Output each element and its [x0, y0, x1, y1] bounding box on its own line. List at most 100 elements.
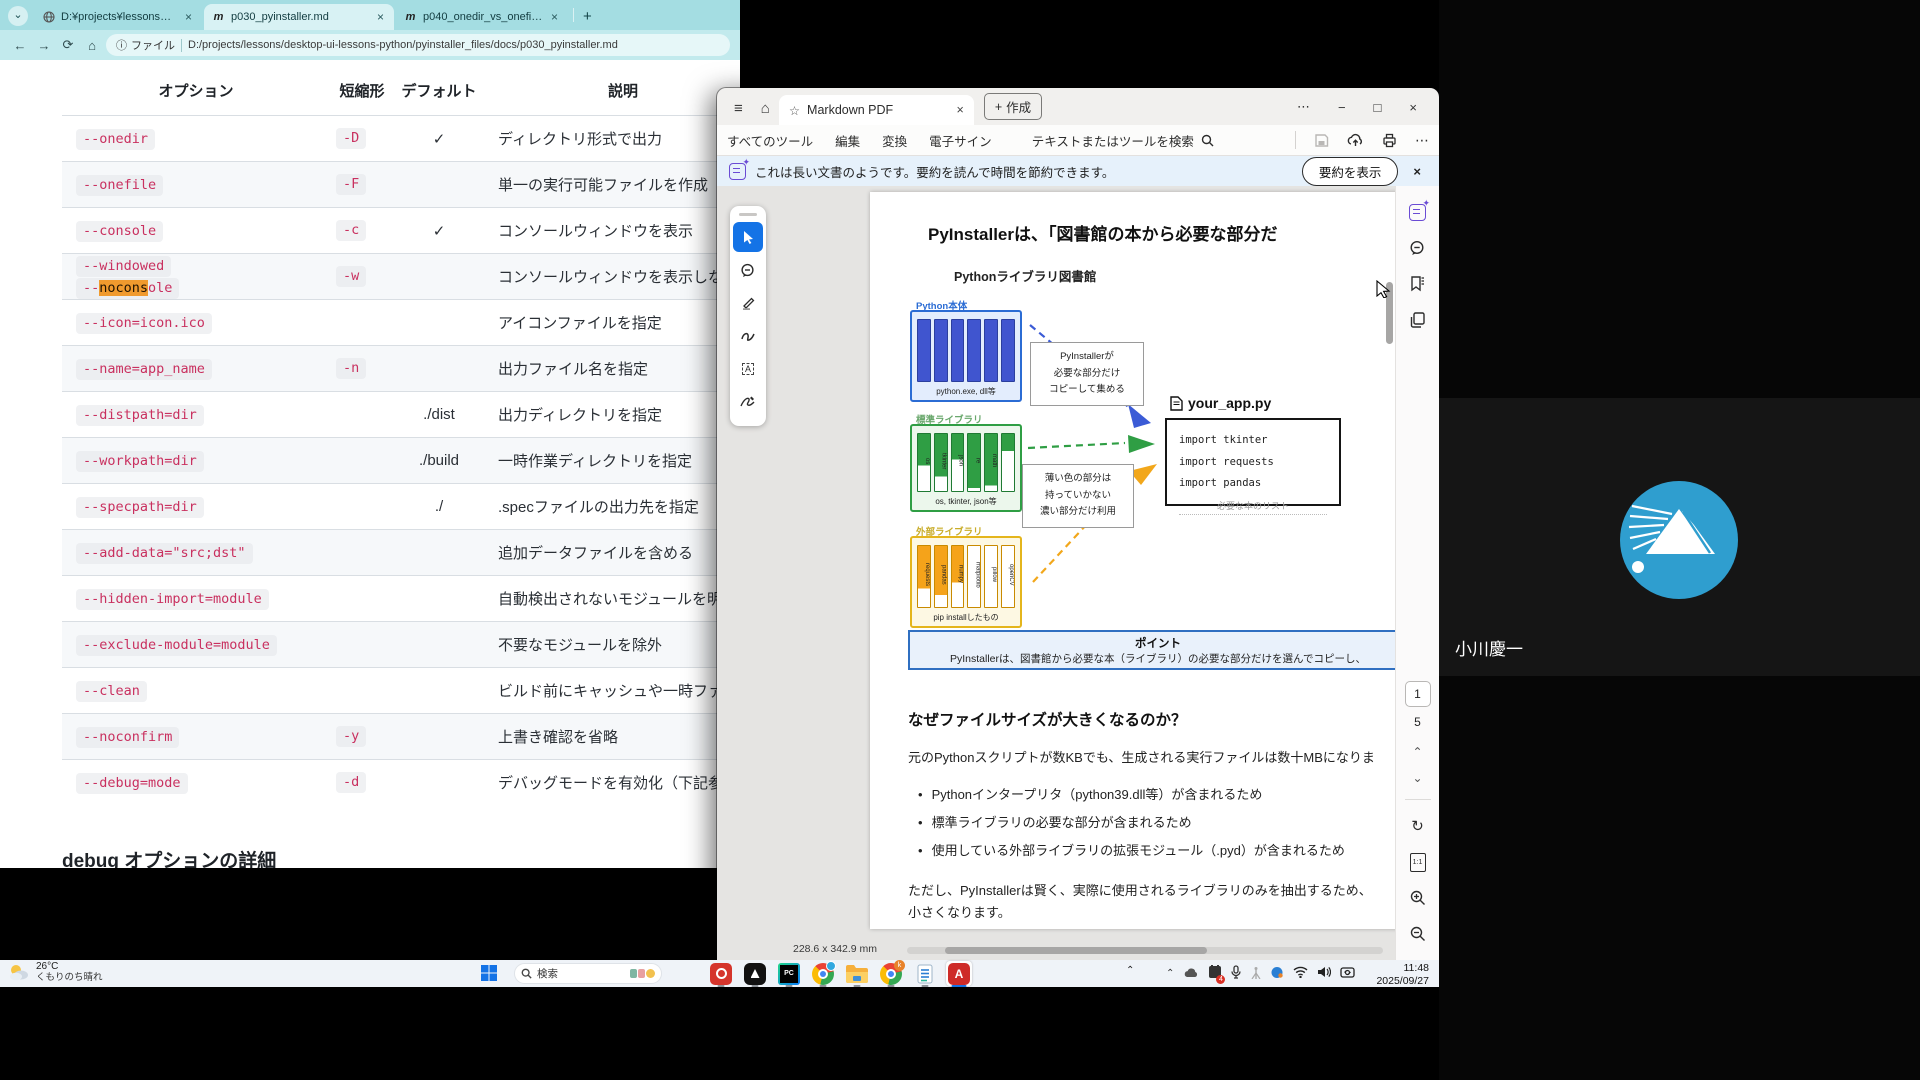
- taskbar-clock[interactable]: 11:48 2025/09/27: [1376, 962, 1429, 987]
- cloud-upload-icon[interactable]: [1347, 133, 1364, 148]
- section-heading-debug: debug オプションの詳細: [62, 846, 276, 868]
- close-tab-icon[interactable]: ×: [375, 10, 386, 24]
- running-indicator: [952, 985, 967, 988]
- save-icon[interactable]: [1314, 133, 1329, 148]
- shelf-bars: ostkinterjsonremath: [917, 433, 1015, 492]
- menu-item[interactable]: 編集: [835, 131, 860, 150]
- bookmarks-panel-icon[interactable]: [1403, 269, 1433, 299]
- microphone-icon[interactable]: [1231, 965, 1241, 982]
- select-tool[interactable]: [733, 222, 763, 252]
- fit-page-icon[interactable]: 1:1: [1403, 847, 1433, 877]
- menu-item[interactable]: 電子サイン: [929, 131, 992, 150]
- palette-drag-handle[interactable]: [739, 213, 757, 216]
- onedrive-icon[interactable]: [1183, 967, 1199, 981]
- file-protocol-badge[interactable]: ⓘ ファイル: [116, 37, 175, 53]
- browser-tab[interactable]: mp030_pyinstaller.md×: [204, 4, 394, 30]
- pdf-library-label: Pythonライブラリ図書館: [954, 266, 1096, 285]
- chrome-profile-icon[interactable]: k: [878, 961, 904, 986]
- file-explorer-icon[interactable]: [844, 961, 870, 986]
- page-thumbnails-icon[interactable]: [1403, 305, 1433, 335]
- minimize-icon[interactable]: −: [1324, 100, 1360, 125]
- bullet-item: Pythonインタープリタ（python39.dll等）が含まれるため: [918, 784, 1345, 803]
- ai-assistant-icon[interactable]: [1403, 197, 1433, 227]
- reload-icon[interactable]: ⟳: [58, 37, 78, 53]
- new-tab-button[interactable]: +: [583, 8, 592, 25]
- fill-sign-tool[interactable]: [733, 387, 763, 417]
- search-highlights-icon[interactable]: [630, 969, 655, 978]
- maximize-icon[interactable]: □: [1360, 100, 1396, 125]
- zoom-in-icon[interactable]: [1403, 883, 1433, 913]
- book-label: json: [952, 438, 964, 484]
- default-cell: [394, 300, 484, 346]
- show-summary-button[interactable]: 要約を表示: [1302, 157, 1399, 186]
- antenna-icon[interactable]: [1250, 966, 1262, 982]
- current-page-input[interactable]: 1: [1405, 681, 1431, 707]
- presenter-name: 小川慶一: [1455, 635, 1523, 660]
- close-window-icon[interactable]: ×: [1395, 100, 1431, 125]
- browser-tab[interactable]: mp040_onedir_vs_onefile.md×: [396, 4, 568, 30]
- address-bar[interactable]: ⓘ ファイル D:/projects/lessons/desktop-ui-le…: [106, 34, 730, 56]
- taskbar-overflow-icon[interactable]: ⌃: [1126, 965, 1134, 976]
- notepad-icon[interactable]: [912, 961, 938, 986]
- weather-widget[interactable]: 26°C くもりのち晴れ: [8, 961, 103, 983]
- point-box: ポイント PyInstallerは、図書館から必要な本（ライブラリ）の必要な部分…: [908, 630, 1395, 670]
- pdf-horizontal-scrollbar[interactable]: [907, 947, 1383, 954]
- recorder-app-icon[interactable]: [708, 961, 734, 986]
- library-book-bar: pillow: [984, 545, 998, 608]
- browser-tab[interactable]: D:¥projects¥lessons¥desktop-u ×: [34, 4, 202, 30]
- taskbar-search[interactable]: 検索: [514, 963, 662, 984]
- document-tab[interactable]: ☆ Markdown PDF ×: [779, 95, 974, 125]
- close-tab-icon[interactable]: ×: [957, 103, 964, 117]
- pdf-section-heading: なぜファイルサイズが大きくなるのか？: [908, 708, 1187, 730]
- home-icon[interactable]: ⌂: [82, 38, 102, 53]
- back-icon[interactable]: ←: [10, 38, 30, 53]
- toolbar-more-icon[interactable]: ⋯: [1415, 132, 1429, 149]
- rotate-page-icon[interactable]: ↻: [1403, 811, 1433, 841]
- menu-item[interactable]: 変換: [882, 131, 907, 150]
- print-icon[interactable]: [1382, 133, 1397, 148]
- hamburger-menu-icon[interactable]: ≡: [725, 100, 752, 125]
- star-icon[interactable]: ☆: [789, 103, 800, 118]
- close-tab-icon[interactable]: ×: [549, 10, 560, 24]
- browser-navbar: ← → ⟳ ⌂ ⓘ ファイル D:/projects/lessons/deskt…: [0, 30, 740, 60]
- code-chip: --console: [76, 221, 163, 242]
- menu-item[interactable]: すべてのツール: [727, 131, 813, 150]
- previous-page-icon[interactable]: ⌃: [1412, 745, 1422, 759]
- book-label: os: [918, 438, 930, 484]
- code-text: --: [83, 280, 99, 296]
- close-tab-icon[interactable]: ×: [183, 10, 194, 24]
- library-shelf-green: 標準ライブラリostkinterjsonremathos, tkinter, j…: [910, 424, 1022, 512]
- ime-camera-icon[interactable]: [1340, 966, 1355, 981]
- window-more-icon[interactable]: ⋯: [1283, 99, 1324, 125]
- tab-search-chevron-icon[interactable]: ⌄: [8, 6, 28, 26]
- create-button[interactable]: + 作成: [984, 93, 1042, 120]
- acrobat-app-icon[interactable]: A: [946, 961, 972, 986]
- highlight-tool[interactable]: [733, 288, 763, 318]
- pycharm-icon[interactable]: PC: [776, 961, 802, 986]
- volume-icon[interactable]: [1317, 966, 1331, 981]
- comments-panel-icon[interactable]: [1403, 233, 1433, 263]
- search-tools-field[interactable]: テキストまたはツールを検索: [1032, 131, 1214, 150]
- code-chip: --noconsole: [76, 278, 179, 299]
- app-status-icon[interactable]: [1271, 966, 1284, 982]
- page-dimensions-status: 228.6 x 342.9 mm: [793, 943, 877, 955]
- draw-tool[interactable]: [733, 321, 763, 351]
- option-code: --noconfirm: [76, 726, 330, 748]
- start-button[interactable]: [480, 964, 498, 987]
- chrome-drive-icon[interactable]: [810, 961, 836, 986]
- wifi-icon[interactable]: [1293, 966, 1308, 981]
- home-icon[interactable]: ⌂: [752, 100, 779, 125]
- callout-line: PyInstallerが: [1035, 349, 1139, 366]
- tab-title: D:¥projects¥lessons¥desktop-u: [61, 11, 177, 23]
- zoom-out-icon[interactable]: [1403, 919, 1433, 949]
- dismiss-banner-icon[interactable]: ×: [1407, 164, 1427, 179]
- dark-app-icon[interactable]: [742, 961, 768, 986]
- comment-tool[interactable]: [733, 255, 763, 285]
- code-chip: --icon=icon.ico: [76, 313, 212, 334]
- text-box-tool[interactable]: A: [733, 354, 763, 384]
- pdf-bullet-list: Pythonインタープリタ（python39.dll等）が含まれるため標準ライブ…: [918, 784, 1345, 868]
- tray-chevron-icon[interactable]: ⌃: [1166, 968, 1174, 979]
- forward-icon[interactable]: →: [34, 38, 54, 53]
- next-page-icon[interactable]: ⌄: [1412, 771, 1422, 785]
- notification-badge-icon[interactable]: 4: [1208, 965, 1222, 982]
